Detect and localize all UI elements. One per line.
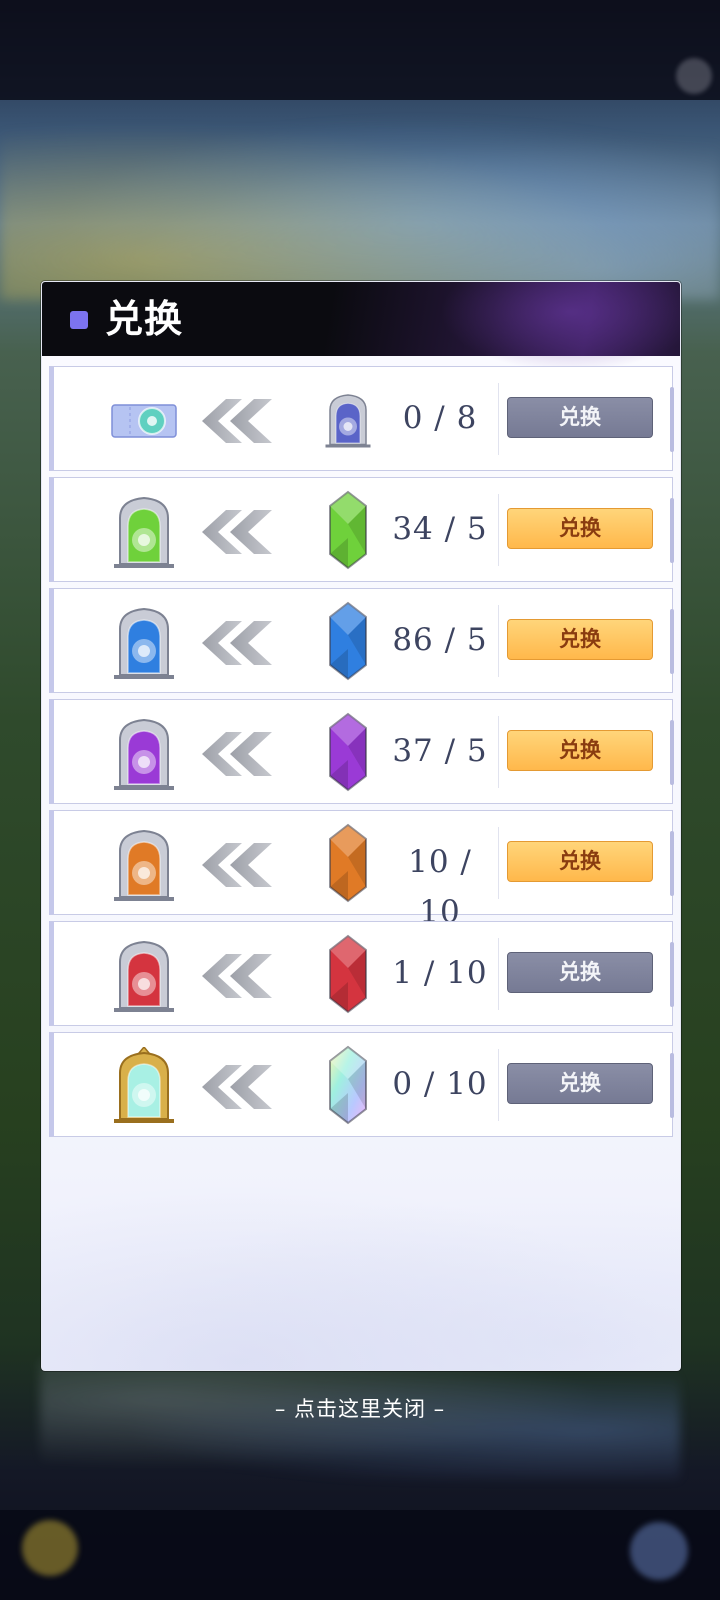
double-chevron-left-icon — [202, 843, 272, 887]
exchange-button[interactable]: 兑换 — [507, 1063, 653, 1104]
double-chevron-left-icon — [202, 399, 272, 443]
background-top-bar — [0, 0, 720, 100]
dialog-title: 兑换 — [105, 297, 184, 341]
exchange-button[interactable]: 兑换 — [507, 841, 653, 882]
background-bottom-bar — [0, 1510, 720, 1600]
row-divider — [498, 494, 499, 566]
background-map-pin-icon — [676, 58, 712, 94]
exchange-list: 0 / 8 兑换 34 / 5 兑换 86 / 5 兑换 37 / 5 兑换 1… — [49, 366, 674, 1143]
exchange-row-1: 0 / 8 兑换 — [49, 366, 674, 471]
orange-portal-icon — [104, 825, 184, 901]
double-chevron-left-icon — [202, 1065, 272, 1109]
exchange-count: 37 / 5 — [392, 733, 488, 769]
gray-portal-icon — [318, 377, 378, 461]
ticket-icon — [104, 381, 184, 457]
blue-portal-icon — [104, 603, 184, 679]
purple-portal-icon — [104, 714, 184, 790]
exchange-row-6: 1 / 10 兑换 — [49, 921, 674, 1026]
double-chevron-left-icon — [202, 732, 272, 776]
red-portal-icon — [104, 936, 184, 1012]
gold-portal-icon — [104, 1045, 184, 1123]
exchange-count: 1 / 10 — [392, 955, 488, 991]
background-scene — [0, 100, 720, 300]
double-chevron-left-icon — [202, 621, 272, 665]
row-divider — [498, 716, 499, 788]
orange-crystal-icon — [318, 821, 378, 905]
exchange-button[interactable]: 兑换 — [507, 508, 653, 549]
row-divider — [498, 1049, 499, 1121]
exchange-button[interactable]: 兑换 — [507, 397, 653, 438]
green-portal-icon — [104, 492, 184, 568]
double-chevron-left-icon — [202, 510, 272, 554]
exchange-button[interactable]: 兑换 — [507, 952, 653, 993]
title-marker-icon — [70, 311, 88, 329]
exchange-row-5: 10 / 10 兑换 — [49, 810, 674, 930]
exchange-count: 0 / 8 — [402, 400, 478, 436]
exchange-button[interactable]: 兑换 — [507, 730, 653, 771]
purple-crystal-icon — [318, 710, 378, 794]
row-divider — [498, 827, 499, 899]
dialog-decoration — [42, 1182, 680, 1370]
green-crystal-icon — [318, 488, 378, 572]
red-crystal-icon — [318, 932, 378, 1016]
row-divider — [498, 938, 499, 1010]
background-avatar — [630, 1522, 688, 1580]
row-divider — [498, 383, 499, 455]
exchange-count: 86 / 5 — [392, 622, 488, 658]
double-chevron-left-icon — [202, 954, 272, 998]
background-back-icon — [22, 1520, 78, 1576]
dialog-header: 兑换 — [42, 282, 680, 372]
exchange-dialog: 兑换 0 / 8 兑换 34 / 5 兑换 86 / 5 兑换 37 / 5 兑… — [41, 281, 681, 1371]
exchange-count: 0 / 10 — [392, 1066, 488, 1102]
close-hint-button[interactable]: – 点击这里关闭 – — [0, 1393, 720, 1423]
exchange-row-2: 34 / 5 兑换 — [49, 477, 674, 582]
exchange-button[interactable]: 兑换 — [507, 619, 653, 660]
exchange-row-3: 86 / 5 兑换 — [49, 588, 674, 693]
blue-crystal-icon — [318, 599, 378, 683]
exchange-row-7: 0 / 10 兑换 — [49, 1032, 674, 1137]
exchange-count: 34 / 5 — [392, 511, 488, 547]
row-divider — [498, 605, 499, 677]
exchange-row-4: 37 / 5 兑换 — [49, 699, 674, 804]
rainbow-crystal-icon — [318, 1043, 378, 1127]
